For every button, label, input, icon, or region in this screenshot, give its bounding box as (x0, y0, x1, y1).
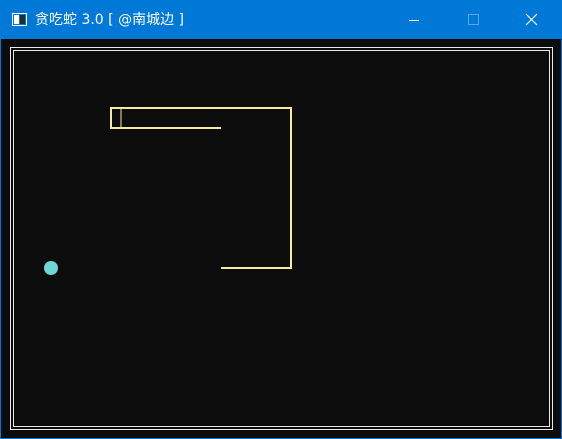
close-button[interactable] (509, 1, 555, 39)
maximize-button (450, 1, 496, 39)
game-window: 贪吃蛇 3.0 [ @南城边 ] (0, 0, 562, 439)
minimize-icon (409, 20, 419, 21)
close-icon (525, 13, 538, 26)
game-board (1, 39, 561, 438)
minimize-button[interactable] (391, 1, 437, 39)
title-bar[interactable]: 贪吃蛇 3.0 [ @南城边 ] (1, 1, 561, 39)
console-app-icon[interactable] (12, 13, 27, 26)
window-title: 贪吃蛇 3.0 [ @南城边 ] (35, 12, 184, 28)
maximize-icon (468, 14, 479, 25)
food-pellet (44, 261, 58, 275)
